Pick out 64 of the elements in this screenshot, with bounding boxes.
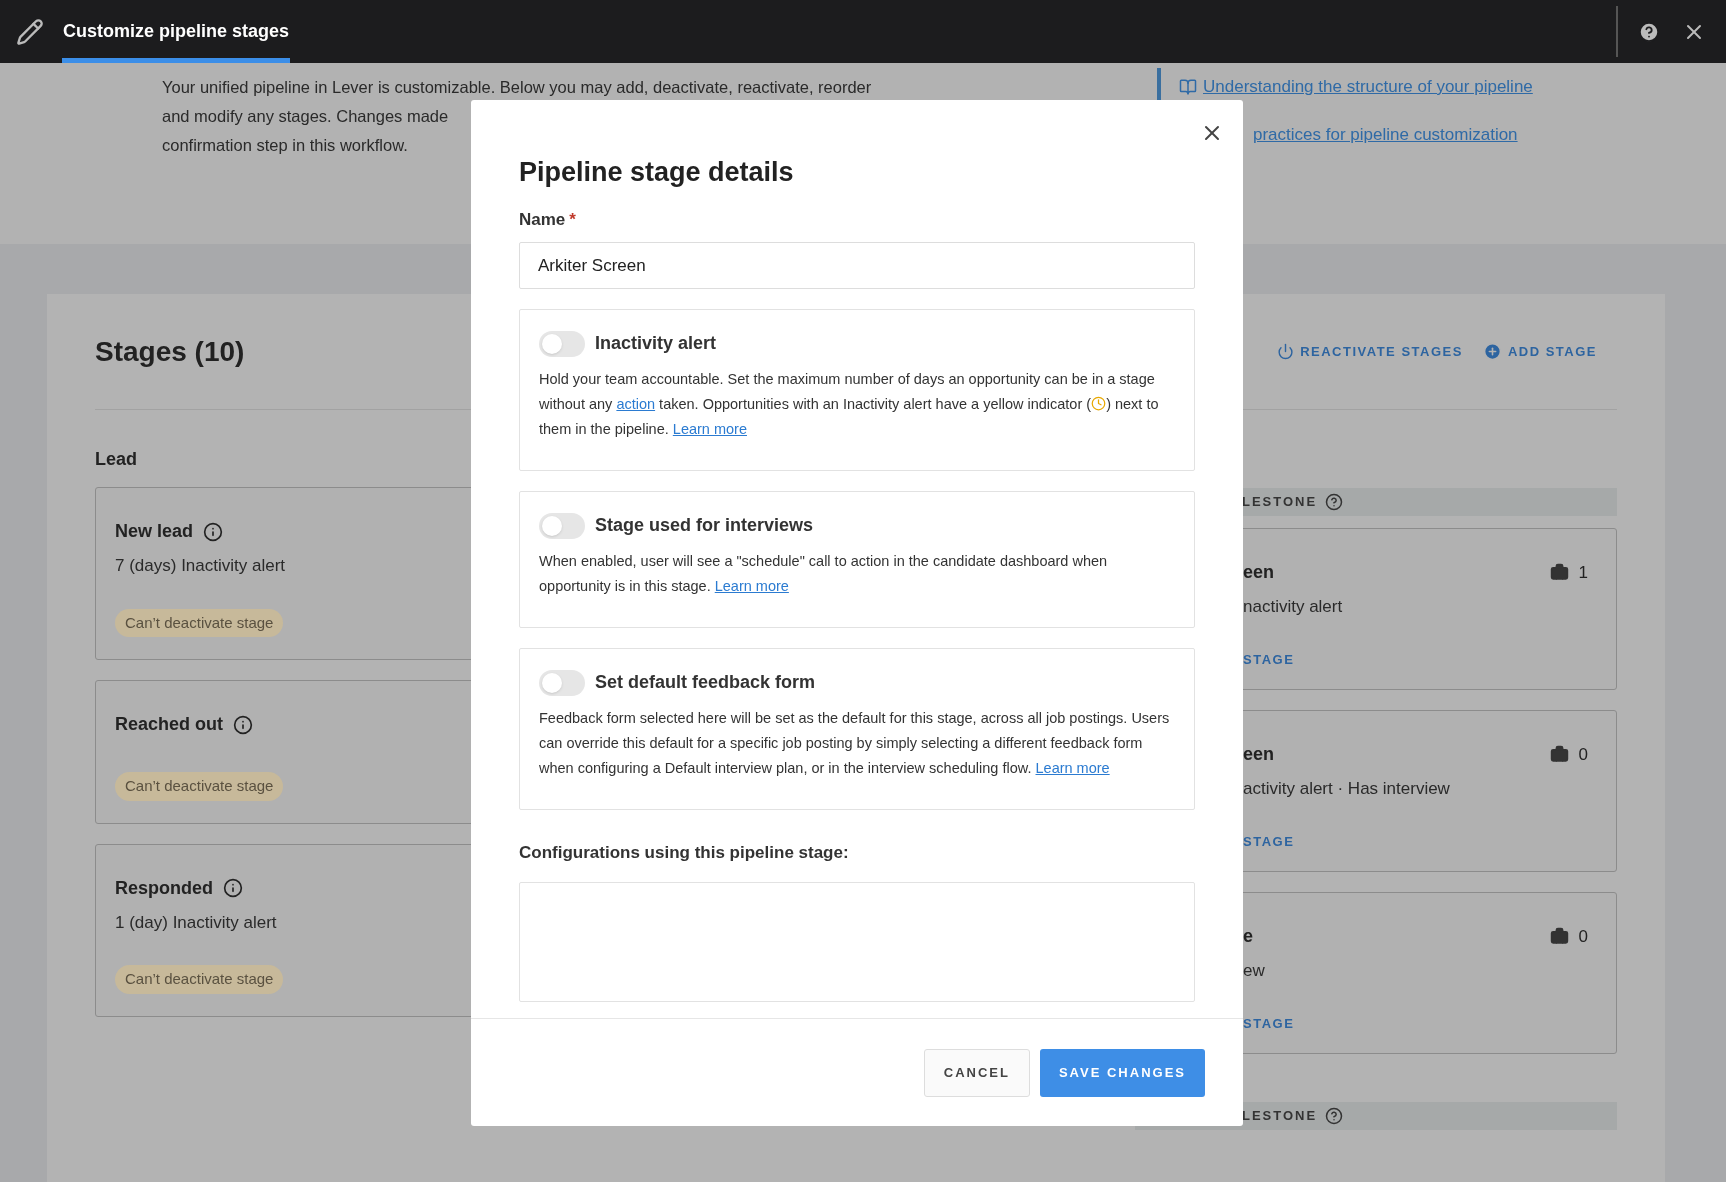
text-link[interactable]: Learn more <box>672 421 747 437</box>
help-icon[interactable] <box>1325 493 1344 511</box>
save-button[interactable]: SAVE CHANGES <box>1039 1048 1205 1097</box>
info-icon[interactable] <box>223 878 243 898</box>
book-icon <box>1179 77 1197 96</box>
intro-text: confirmation step in this workflow. <box>162 135 408 156</box>
power-icon <box>1277 343 1295 360</box>
text-link[interactable]: Learn more <box>714 578 789 594</box>
info-icon[interactable] <box>233 714 254 735</box>
stage-name: Reached out <box>115 713 224 736</box>
group-title: Lead <box>95 448 137 471</box>
pencil-icon <box>16 17 44 46</box>
stage-badge: Can’t deactivate stage <box>115 965 284 994</box>
help-icon[interactable] <box>1325 1107 1344 1125</box>
stage-detail: ew <box>1243 960 1265 982</box>
info-icon[interactable] <box>203 521 224 542</box>
help-link[interactable]: practices for pipeline customization <box>1253 121 1518 147</box>
candidate-count: 0 <box>1578 743 1588 766</box>
intro-text: and modify any stages. Changes made <box>162 106 449 127</box>
stage-detail: 7 (days) Inactivity alert <box>115 555 286 577</box>
stage-name: e <box>1243 925 1253 948</box>
stage-badge: Can’t deactivate stage <box>115 772 284 801</box>
intro-text: Your unified pipeline in Lever is customizable. Below you may add, deactivate, reactivate, reorder <box>162 77 872 98</box>
stage-detail: activity alert · Has interview <box>1243 778 1450 800</box>
stage-name: een <box>1243 561 1275 584</box>
candidate-count: 1 <box>1578 561 1588 584</box>
toggle-switch[interactable] <box>539 669 585 696</box>
stage-name: New lead <box>115 520 194 543</box>
text-link[interactable]: Learn more <box>1035 760 1110 776</box>
briefcase-icon <box>1549 563 1569 582</box>
text-link[interactable]: action <box>616 396 656 412</box>
milestone-label: LESTONE <box>1242 493 1318 512</box>
setting-description: Hold your team accountable. Set the maximum number of days an opportunity can be in a stage without any action taken. Opportunities with an Inactivity alert have a yellow indicator ( ) next to them in the pipeline. Learn more <box>539 370 1160 439</box>
stage-name: Responded <box>115 876 213 900</box>
toggle-switch[interactable] <box>539 330 585 357</box>
stage-detail: nactivity alert <box>1243 596 1343 618</box>
setting-description: When enabled, user will see a "schedule" call to action in the candidate dashboard when opportunity is in this stage. Learn more <box>539 552 1109 596</box>
help-icon[interactable] <box>1638 20 1660 43</box>
stages-title: Stages (10) <box>95 334 245 369</box>
clock-icon <box>1091 396 1107 411</box>
name-field[interactable]: Arkiter Screen <box>519 242 1195 289</box>
help-link[interactable]: Understanding the structure of your pipeline <box>1203 74 1533 100</box>
setting-label: Set default feedback form <box>595 671 816 694</box>
field-label: Name <box>519 208 566 231</box>
stage-name: een <box>1243 743 1275 766</box>
required-mark: * <box>569 208 576 231</box>
plus-icon <box>1482 342 1502 361</box>
section-label: Configurations using this pipeline stage: <box>519 842 849 864</box>
milestone-label: LESTONE <box>1242 1107 1318 1126</box>
setting-label: Stage used for interviews <box>595 514 814 537</box>
stage-action-button[interactable]: REACTIVATE STAGES <box>1277 341 1463 362</box>
stage-action[interactable]: STAGE <box>1243 831 1295 851</box>
briefcase-icon <box>1549 927 1569 946</box>
stage-action[interactable]: STAGE <box>1243 1013 1295 1033</box>
stage-action-button[interactable]: ADD STAGE <box>1482 341 1597 362</box>
cancel-button[interactable]: CANCEL <box>923 1048 1030 1097</box>
stage-detail: 1 (day) Inactivity alert <box>115 911 277 934</box>
setting-label: Inactivity alert <box>595 332 717 355</box>
candidate-count: 0 <box>1578 925 1588 948</box>
stage-badge: Can’t deactivate stage <box>115 608 284 637</box>
stage-action[interactable]: STAGE <box>1243 649 1295 669</box>
dialog-title: Pipeline stage details <box>519 156 794 189</box>
briefcase-icon <box>1549 745 1569 764</box>
toggle-switch[interactable] <box>539 512 585 539</box>
